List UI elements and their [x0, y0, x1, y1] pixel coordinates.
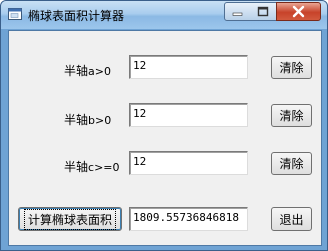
result-field[interactable]: 1809.55736846818 [129, 207, 248, 231]
label-semi-axis-b: 半轴b>0 [64, 113, 112, 127]
clear-b-button[interactable]: 清除 [271, 104, 312, 127]
label-semi-axis-a: 半轴a>0 [64, 64, 111, 78]
app-window: 椭球表面积计算器 半轴a>0 12 清除 半轴b>0 12 清除 半轴c>=0 … [0, 0, 328, 251]
clear-c-button[interactable]: 清除 [271, 152, 312, 175]
window-title: 椭球表面积计算器 [28, 9, 125, 23]
minimize-icon [232, 12, 243, 16]
clear-a-button[interactable]: 清除 [271, 56, 312, 79]
semi-axis-b-input[interactable]: 12 [129, 103, 248, 127]
minimize-button[interactable] [224, 2, 251, 21]
close-icon [292, 5, 305, 18]
app-window-icon [8, 8, 22, 20]
title-bar[interactable]: 椭球表面积计算器 [1, 1, 327, 29]
close-button[interactable] [276, 2, 321, 21]
label-semi-axis-c: 半轴c>=0 [64, 160, 120, 174]
maximize-icon [257, 6, 269, 17]
semi-axis-a-input[interactable]: 12 [129, 55, 248, 79]
form-client-area: 半轴a>0 12 清除 半轴b>0 12 清除 半轴c>=0 12 清除 计算椭… [8, 30, 322, 246]
maximize-button[interactable] [250, 2, 277, 21]
semi-axis-c-input[interactable]: 12 [129, 151, 248, 175]
compute-surface-area-button[interactable]: 计算椭球表面积 [18, 207, 122, 231]
exit-button[interactable]: 退出 [271, 207, 312, 231]
